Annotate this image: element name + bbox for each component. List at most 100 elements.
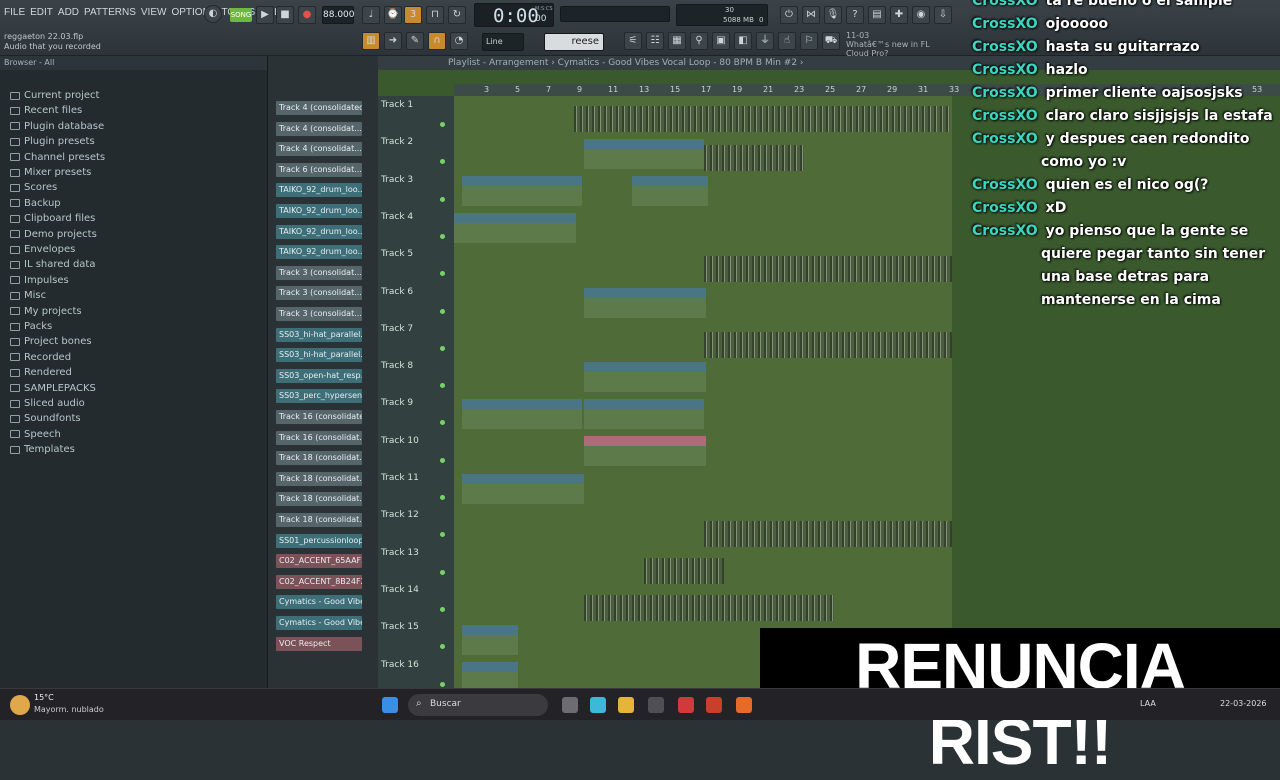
plug-icon[interactable]: ⏚: [756, 32, 774, 50]
channel-button[interactable]: Track 18 (consolidat...: [275, 450, 363, 467]
browser-item[interactable]: Templates: [10, 444, 75, 455]
pattern-clip[interactable]: [704, 256, 952, 282]
channel-button[interactable]: Track 18 (consolidat...: [275, 491, 363, 508]
track-label[interactable]: Track 4: [381, 212, 413, 222]
arrangement-grid[interactable]: Insert 5 - Volume Track 3 (consolidated) …: [454, 96, 952, 688]
track-label[interactable]: Track 15: [381, 622, 419, 632]
playlist-clip[interactable]: reese: [462, 625, 518, 655]
metronome-icon[interactable]: ♩: [362, 6, 380, 24]
channel-button[interactable]: Track 4 (consolidat...: [275, 120, 363, 137]
track-label[interactable]: Track 1: [381, 100, 413, 110]
pattern-clip[interactable]: [704, 521, 952, 547]
store-icon[interactable]: [648, 697, 664, 713]
dock-icon[interactable]: ⚐: [800, 32, 818, 50]
master-volume-bar[interactable]: [560, 6, 670, 22]
browser-item[interactable]: IL shared data: [10, 259, 95, 270]
loop-record-icon[interactable]: ↻: [448, 6, 466, 24]
pattern-clip[interactable]: [644, 558, 724, 584]
snap-icon[interactable]: ◔: [450, 32, 468, 50]
browser-item[interactable]: Sliced audio: [10, 398, 85, 409]
channel-button[interactable]: SS03_hi-hat_parallel...: [275, 347, 363, 364]
track-label[interactable]: Track 11: [381, 473, 419, 483]
playlist-clip[interactable]: VPS Avenger: [584, 288, 706, 318]
track-label[interactable]: Track 8: [381, 361, 413, 371]
browser-item[interactable]: Clipboard files: [10, 213, 95, 224]
track-enable-icon[interactable]: [440, 569, 445, 575]
browser-item[interactable]: SAMPLEPACKS: [10, 383, 96, 394]
browser-item[interactable]: Misc: [10, 290, 46, 301]
track-enable-icon[interactable]: [440, 681, 445, 687]
record-icon[interactable]: ●: [298, 6, 316, 24]
menu-patterns[interactable]: PATTERNS: [84, 7, 136, 18]
channel-button[interactable]: Track 6 (consolidat...: [275, 161, 363, 178]
piano-icon[interactable]: ▦: [668, 32, 686, 50]
channel-button[interactable]: Track 18 (consolidat...: [275, 512, 363, 528]
menu-file[interactable]: FILE: [4, 7, 25, 18]
touch-icon[interactable]: ☝: [778, 32, 796, 50]
track-enable-icon[interactable]: [440, 457, 445, 463]
channel-button[interactable]: SS03_perc_hypersen...: [275, 388, 363, 405]
playlist-clip[interactable]: T...ted): [462, 662, 518, 688]
browser-item[interactable]: Packs: [10, 321, 52, 332]
language-indicator[interactable]: LAA: [1140, 699, 1156, 708]
task-view-icon[interactable]: [562, 697, 578, 713]
save-icon[interactable]: ▤: [868, 6, 886, 24]
track-enable-icon[interactable]: [440, 233, 445, 239]
pattern-clip[interactable]: [704, 332, 952, 358]
playlist-clip[interactable]: Spire_x...v1.5.7: [584, 399, 704, 429]
browser-item[interactable]: Recent files: [10, 105, 82, 116]
browser-item[interactable]: Recorded: [10, 352, 71, 363]
wait-input-icon[interactable]: ⌚: [384, 6, 402, 24]
playlist-clip[interactable]: Track 3 (consolidat... - Channel volume: [584, 436, 706, 466]
file-explorer-icon[interactable]: [618, 697, 634, 713]
channel-button[interactable]: TAIKO_92_drum_loo...: [275, 203, 363, 219]
track-enable-icon[interactable]: [440, 383, 445, 389]
news-panel[interactable]: 11-03 Whatâ€™s new in FL Cloud Pro?: [846, 31, 946, 58]
tuner-icon[interactable]: ⚲: [690, 32, 708, 50]
browser-item[interactable]: Scores: [10, 182, 57, 193]
gamepad-icon[interactable]: ✚: [890, 6, 908, 24]
track-label[interactable]: Track 5: [381, 249, 413, 259]
playlist-clip[interactable]: Insert 5 - Volume #2: [454, 213, 576, 243]
song-mode-toggle[interactable]: SONG: [230, 8, 252, 22]
pencil-icon[interactable]: ✎: [406, 32, 424, 50]
app-shield-icon[interactable]: [706, 697, 722, 713]
tempo-display[interactable]: 88.000: [322, 6, 355, 24]
channel-button[interactable]: SS03_hi-hat_parallel...: [275, 326, 363, 343]
browser-item[interactable]: Impulses: [10, 275, 69, 286]
track-label[interactable]: Track 2: [381, 137, 413, 147]
step-edit-icon[interactable]: ⊓: [426, 6, 444, 24]
app-l-icon[interactable]: [678, 697, 694, 713]
channel-button[interactable]: TAIKO_92_drum_loo...: [275, 244, 363, 261]
track-label[interactable]: Track 14: [381, 585, 419, 595]
channel-button[interactable]: Track 16 (consolidate...: [275, 409, 363, 425]
channel-button[interactable]: Track 3 (consolidat...: [275, 285, 363, 302]
mixer-icon[interactable]: ⚟: [624, 32, 642, 50]
piano-roll-icon[interactable]: ➜: [384, 32, 402, 50]
browser-item[interactable]: Plugin database: [10, 121, 104, 132]
playlist-clip[interactable]: Insert 5 - Volume: [584, 139, 704, 169]
channel-button[interactable]: Track 4 (consolidated): [275, 100, 363, 116]
copilot-icon[interactable]: [590, 697, 606, 713]
midi-icon[interactable]: ⋈: [802, 6, 820, 24]
channel-button[interactable]: VOC Respect: [275, 635, 363, 652]
track-enable-icon[interactable]: [440, 345, 445, 351]
pattern-select[interactable]: reese: [544, 33, 604, 51]
browser-item[interactable]: Speech: [10, 429, 61, 440]
stop-icon[interactable]: ■: [276, 6, 294, 24]
browser-icon[interactable]: ▣: [712, 32, 730, 50]
play-icon[interactable]: ▶: [256, 6, 274, 24]
channel-rack-icon[interactable]: ☷: [646, 32, 664, 50]
channel-button[interactable]: SS03_open-hat_resp...: [275, 367, 363, 384]
channel-button[interactable]: SS01_percussionloop...: [275, 532, 363, 549]
plugin-icon[interactable]: ◧: [734, 32, 752, 50]
track-enable-icon[interactable]: [440, 122, 445, 127]
playlist-clip[interactable]: VPS Avenger #2: [584, 362, 706, 392]
track-enable-icon[interactable]: [440, 308, 445, 314]
channel-button[interactable]: TAIKO_92_drum_loo...: [275, 223, 363, 240]
channel-button[interactable]: Track 4 (consolidat...: [275, 141, 363, 158]
countdown-icon[interactable]: 3: [404, 6, 422, 24]
browser-item[interactable]: Mixer presets: [10, 167, 91, 178]
magnet-icon[interactable]: ∩: [428, 32, 446, 50]
channel-button[interactable]: Track 16 (consolidat...: [275, 429, 363, 446]
